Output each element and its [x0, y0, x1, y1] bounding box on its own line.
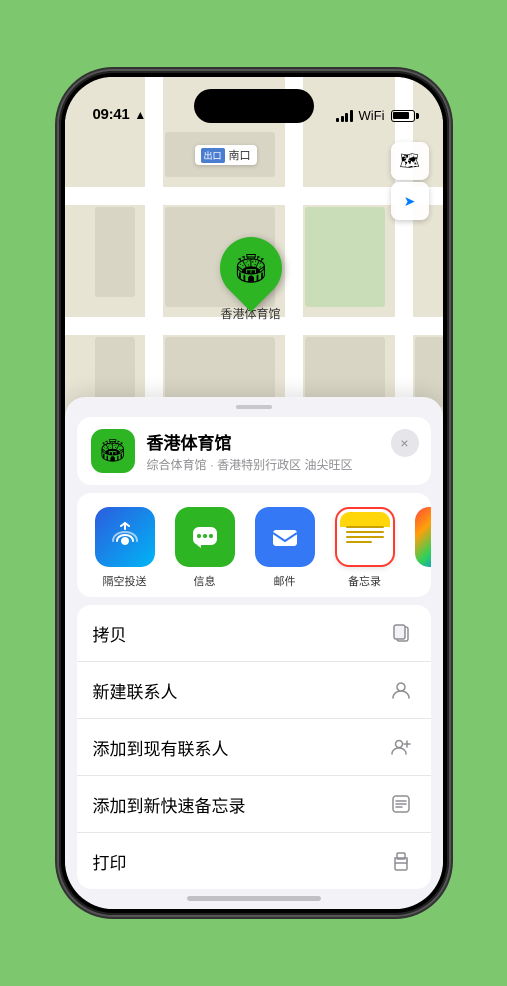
pin-bubble: 🏟 — [207, 224, 295, 312]
dynamic-island — [194, 89, 314, 123]
map-type-icon: 🗺 — [399, 151, 419, 171]
airdrop-icon — [95, 507, 155, 567]
phone-screen: 09:41 ▲ WiFi — [65, 77, 443, 909]
copy-icon — [387, 619, 415, 647]
airdrop-label: 隔空投送 — [103, 573, 147, 589]
copy-label: 拷贝 — [93, 621, 127, 646]
block-1 — [95, 207, 135, 297]
action-new-contact[interactable]: 新建联系人 — [77, 662, 431, 719]
quick-note-icon — [387, 790, 415, 818]
quick-note-label: 添加到新快速备忘录 — [93, 792, 246, 817]
status-icons: WiFi — [336, 108, 415, 123]
add-existing-label: 添加到现有联系人 — [93, 735, 229, 760]
new-contact-icon — [387, 676, 415, 704]
share-item-more[interactable]: 提 — [405, 507, 431, 589]
action-quick-note[interactable]: 添加到新快速备忘录 — [77, 776, 431, 833]
map-type-button[interactable]: 🗺 — [391, 142, 429, 180]
venue-pin: 🏟 香港体育馆 — [220, 237, 282, 322]
exit-badge: 出口 — [201, 148, 225, 163]
location-arrow-icon: ▲ — [134, 108, 146, 122]
location-name: 南口 — [229, 147, 251, 163]
print-icon — [387, 847, 415, 875]
share-row: 隔空投送 信息 — [77, 493, 431, 597]
messages-icon — [175, 507, 235, 567]
action-list: 拷贝 新建联系人 — [77, 605, 431, 889]
location-icon: ➤ — [404, 193, 416, 210]
road-h1 — [65, 187, 443, 205]
sheet-handle — [236, 405, 272, 409]
share-item-notes[interactable]: 备忘录 — [325, 507, 405, 589]
venue-subtitle: 综合体育馆 · 香港特别行政区 油尖旺区 — [147, 456, 417, 473]
notes-label: 备忘录 — [348, 573, 381, 589]
signal-bars-icon — [336, 110, 353, 122]
action-add-existing[interactable]: 添加到现有联系人 — [77, 719, 431, 776]
action-copy[interactable]: 拷贝 — [77, 605, 431, 662]
mail-label: 邮件 — [274, 573, 296, 589]
notes-icon — [335, 507, 395, 567]
stadium-icon: 🏟 — [233, 252, 269, 285]
new-contact-label: 新建联系人 — [93, 678, 178, 703]
share-item-messages[interactable]: 信息 — [165, 507, 245, 589]
close-icon: × — [400, 435, 408, 451]
home-indicator — [187, 896, 321, 901]
venue-logo: 🏟 — [91, 429, 135, 473]
wifi-icon: WiFi — [359, 108, 385, 123]
share-row-inner: 隔空投送 信息 — [77, 507, 431, 589]
location-button[interactable]: ➤ — [391, 182, 429, 220]
venue-name: 香港体育馆 — [147, 429, 417, 454]
status-time: 09:41 — [93, 106, 130, 123]
location-label: 出口 南口 — [195, 145, 257, 165]
action-print[interactable]: 打印 — [77, 833, 431, 889]
venue-header: 🏟 香港体育馆 综合体育馆 · 香港特别行政区 油尖旺区 × — [77, 417, 431, 485]
print-label: 打印 — [93, 849, 127, 874]
share-item-airdrop[interactable]: 隔空投送 — [85, 507, 165, 589]
add-existing-icon — [387, 733, 415, 761]
venue-logo-icon: 🏟 — [99, 438, 127, 464]
more-icon — [415, 507, 431, 567]
messages-label: 信息 — [194, 573, 216, 589]
map-controls: 🗺 ➤ — [391, 142, 429, 222]
phone-frame: 09:41 ▲ WiFi — [59, 71, 449, 915]
venue-info: 香港体育馆 综合体育馆 · 香港特别行政区 油尖旺区 — [147, 429, 417, 473]
share-item-mail[interactable]: 邮件 — [245, 507, 325, 589]
battery-icon — [391, 110, 415, 122]
close-button[interactable]: × — [391, 429, 419, 457]
block-3 — [305, 207, 385, 307]
mail-icon — [255, 507, 315, 567]
bottom-sheet: 🏟 香港体育馆 综合体育馆 · 香港特别行政区 油尖旺区 × — [65, 397, 443, 909]
